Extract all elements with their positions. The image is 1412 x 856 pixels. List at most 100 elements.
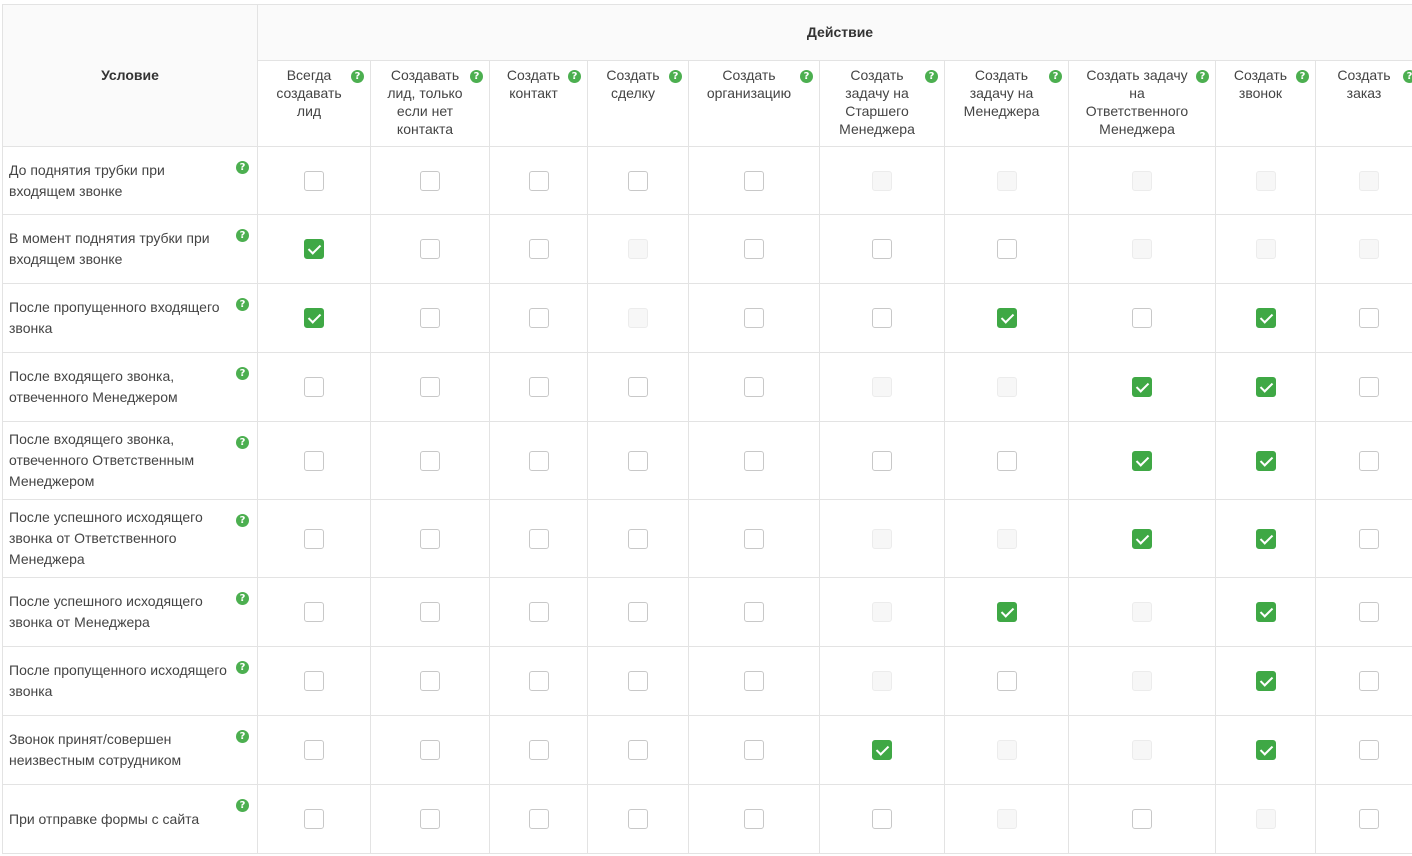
checkbox[interactable] <box>872 239 892 259</box>
checkbox[interactable] <box>744 602 764 622</box>
checkbox[interactable] <box>420 377 440 397</box>
checkbox[interactable] <box>528 239 549 259</box>
checkbox[interactable] <box>420 671 440 691</box>
checkbox[interactable] <box>628 740 648 760</box>
checkbox[interactable] <box>628 602 648 622</box>
checkbox[interactable] <box>872 809 892 829</box>
checkbox[interactable] <box>628 528 648 549</box>
checkbox[interactable] <box>528 450 549 471</box>
checkbox[interactable] <box>304 377 324 397</box>
checkbox[interactable] <box>420 170 440 191</box>
help-icon[interactable]: ? <box>236 592 249 605</box>
help-icon[interactable]: ? <box>470 69 483 83</box>
checkbox[interactable] <box>744 528 764 549</box>
checkbox-checked[interactable] <box>1255 602 1276 622</box>
checkbox-checked[interactable] <box>1255 308 1276 328</box>
checkbox-checked[interactable] <box>1255 450 1276 471</box>
checkbox[interactable] <box>420 450 440 471</box>
help-icon[interactable]: ? <box>236 514 249 527</box>
checkbox[interactable] <box>304 450 324 471</box>
checkbox-checked[interactable] <box>872 740 892 760</box>
checkbox-checked[interactable] <box>1132 450 1152 471</box>
checkbox[interactable] <box>528 528 549 549</box>
checkbox[interactable] <box>628 377 648 397</box>
help-icon[interactable]: ? <box>236 229 249 242</box>
checkbox-checked[interactable] <box>304 239 324 259</box>
help-icon[interactable]: ? <box>568 69 581 83</box>
checkbox[interactable] <box>628 170 648 191</box>
checkbox[interactable] <box>304 809 324 829</box>
checkbox[interactable] <box>1359 602 1379 622</box>
checkbox[interactable] <box>528 740 549 760</box>
help-icon[interactable]: ? <box>351 69 364 83</box>
checkbox[interactable] <box>1359 528 1379 549</box>
checkbox-checked[interactable] <box>1132 377 1152 397</box>
help-icon[interactable]: ? <box>1049 69 1062 83</box>
help-icon[interactable]: ? <box>669 69 682 83</box>
checkbox[interactable] <box>304 602 324 622</box>
checkbox[interactable] <box>744 671 764 691</box>
help-icon[interactable]: ? <box>236 436 249 449</box>
checkbox[interactable] <box>304 170 324 191</box>
action-column-header: Создать задачу на Ответственного Менедже… <box>1068 60 1216 147</box>
checkbox[interactable] <box>304 528 324 549</box>
checkbox[interactable] <box>628 450 648 471</box>
checkbox-checked[interactable] <box>1255 671 1276 691</box>
checkbox[interactable] <box>744 740 764 760</box>
checkbox[interactable] <box>304 740 324 760</box>
checkbox[interactable] <box>744 377 764 397</box>
checkbox[interactable] <box>744 450 764 471</box>
checkbox[interactable] <box>872 450 892 471</box>
checkbox[interactable] <box>1359 740 1379 760</box>
checkbox[interactable] <box>528 170 549 191</box>
checkbox[interactable] <box>1359 450 1379 471</box>
checkbox[interactable] <box>628 809 648 829</box>
help-icon[interactable]: ? <box>236 799 249 812</box>
checkbox[interactable] <box>528 377 549 397</box>
checkbox-checked[interactable] <box>1255 528 1276 549</box>
help-icon[interactable]: ? <box>236 730 249 743</box>
checkbox-checked[interactable] <box>304 308 324 328</box>
checkbox[interactable] <box>996 671 1017 691</box>
checkbox[interactable] <box>996 450 1017 471</box>
checkbox[interactable] <box>744 308 764 328</box>
checkbox[interactable] <box>1359 308 1379 328</box>
checkbox[interactable] <box>872 308 892 328</box>
help-icon[interactable]: ? <box>1403 69 1412 83</box>
checkbox[interactable] <box>420 308 440 328</box>
condition-label: После успешного исходящего звонка от Мен… <box>9 593 203 630</box>
checkbox[interactable] <box>420 239 440 259</box>
checkbox[interactable] <box>744 809 764 829</box>
help-icon[interactable]: ? <box>800 69 813 83</box>
checkbox-checked[interactable] <box>1255 377 1276 397</box>
help-icon[interactable]: ? <box>236 161 249 174</box>
checkbox[interactable] <box>528 308 549 328</box>
checkbox[interactable] <box>420 602 440 622</box>
checkbox[interactable] <box>744 170 764 191</box>
checkbox[interactable] <box>1359 671 1379 691</box>
checkbox[interactable] <box>304 671 324 691</box>
checkbox-checked[interactable] <box>1255 740 1276 760</box>
checkbox-checked[interactable] <box>996 308 1017 328</box>
checkbox[interactable] <box>528 671 549 691</box>
help-icon[interactable]: ? <box>236 298 249 311</box>
checkbox[interactable] <box>1359 809 1379 829</box>
checkbox[interactable] <box>420 528 440 549</box>
checkbox[interactable] <box>420 740 440 760</box>
checkbox[interactable] <box>744 239 764 259</box>
checkbox[interactable] <box>1132 809 1152 829</box>
checkbox[interactable] <box>528 809 549 829</box>
help-icon[interactable]: ? <box>236 661 249 674</box>
help-icon[interactable]: ? <box>1296 69 1309 83</box>
checkbox[interactable] <box>996 239 1017 259</box>
checkbox[interactable] <box>420 809 440 829</box>
help-icon[interactable]: ? <box>236 367 249 380</box>
checkbox[interactable] <box>628 671 648 691</box>
checkbox[interactable] <box>528 602 549 622</box>
checkbox-checked[interactable] <box>1132 528 1152 549</box>
help-icon[interactable]: ? <box>925 69 938 83</box>
checkbox[interactable] <box>1132 308 1152 328</box>
help-icon[interactable]: ? <box>1196 69 1209 83</box>
checkbox-checked[interactable] <box>996 602 1017 622</box>
checkbox[interactable] <box>1359 377 1379 397</box>
